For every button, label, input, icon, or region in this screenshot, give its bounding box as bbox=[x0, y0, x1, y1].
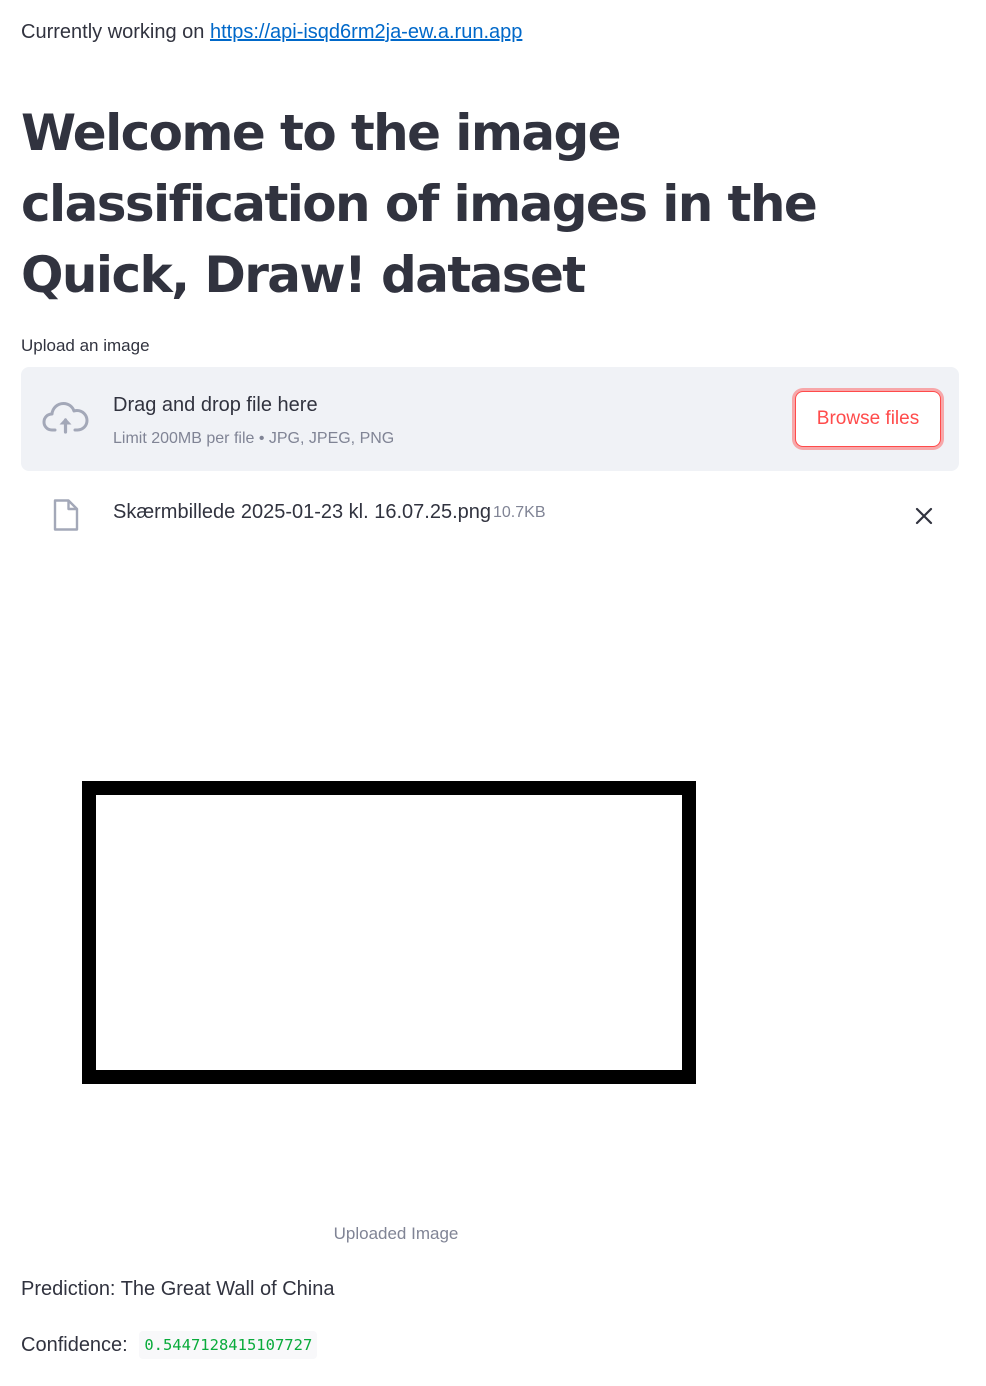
file-size: 10.7KB bbox=[493, 504, 546, 521]
uploaded-file-row: Skærmbillede 2025-01-23 kl. 16.07.25.png… bbox=[21, 490, 959, 540]
upload-label: Upload an image bbox=[21, 336, 150, 355]
drop-title: Drag and drop file here bbox=[113, 394, 318, 416]
status-prefix: Currently working on bbox=[21, 21, 205, 43]
prediction-text: Prediction: The Great Wall of China bbox=[21, 1278, 335, 1300]
image-caption: Uploaded Image bbox=[333, 1224, 459, 1243]
file-dropzone[interactable]: Drag and drop file here Limit 200MB per … bbox=[21, 367, 959, 471]
remove-file-button[interactable] bbox=[911, 503, 937, 529]
confidence-value: 0.5447128415107727 bbox=[139, 1331, 318, 1359]
cloud-upload-icon bbox=[42, 402, 89, 434]
file-name: Skærmbillede 2025-01-23 kl. 16.07.25.png bbox=[113, 501, 492, 523]
page-title: Welcome to the image classification of i… bbox=[21, 104, 818, 304]
upload-limit-text: Limit 200MB per file • JPG, JPEG, PNG bbox=[113, 430, 395, 447]
close-icon bbox=[915, 507, 933, 525]
status-line: Currently working on https://api-isqd6rm… bbox=[21, 19, 522, 45]
api-url-link[interactable]: https://api-isqd6rm2ja-ew.a.run.app bbox=[210, 21, 522, 43]
confidence-line: Confidence: 0.5447128415107727 bbox=[21, 1331, 318, 1359]
confidence-label: Confidence: bbox=[21, 1334, 128, 1356]
uploaded-image bbox=[82, 781, 696, 1084]
browse-files-button[interactable]: Browse files bbox=[795, 391, 941, 447]
file-icon bbox=[53, 499, 79, 531]
